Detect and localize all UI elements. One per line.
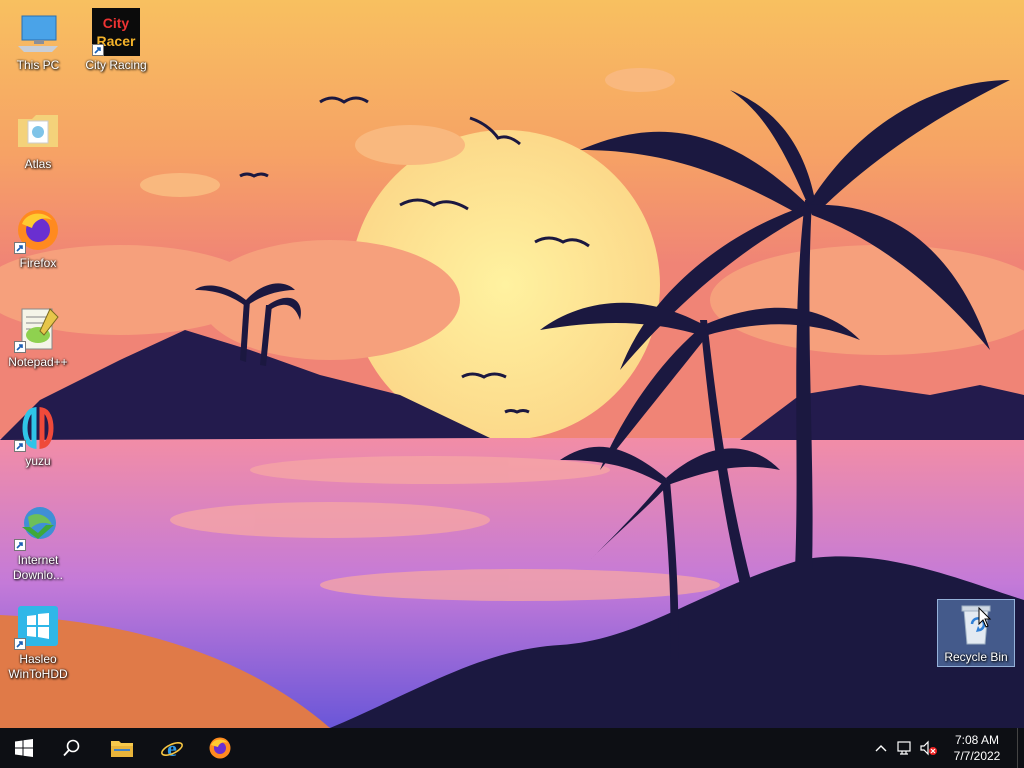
icon-label: Hasleo WinToHDD [8, 652, 68, 681]
windows-logo-icon [15, 739, 33, 757]
svg-text:e: e [167, 736, 177, 760]
show-desktop-button[interactable] [1017, 728, 1024, 768]
network-button[interactable] [893, 728, 917, 768]
logo-text-line-1: City [103, 15, 130, 31]
shortcut-arrow-icon [92, 44, 104, 56]
yuzu-icon [14, 404, 62, 452]
search-button[interactable] [48, 728, 96, 768]
icon-label: Notepad++ [8, 355, 68, 369]
wintohdd-icon [14, 602, 62, 650]
desktop-icon-city-racing[interactable]: City Racer City Racing [78, 8, 154, 73]
shortcut-arrow-icon [14, 440, 26, 452]
icon-label: This PC [16, 58, 60, 72]
shortcut-arrow-icon [14, 539, 26, 551]
desktop-icon-yuzu[interactable]: yuzu [0, 404, 76, 469]
internet-explorer-icon: e [161, 736, 183, 760]
icon-label: yuzu [25, 454, 51, 468]
icon-label: Recycle Bin [944, 650, 1008, 664]
icon-label: Internet Downlo... [12, 553, 64, 582]
start-button[interactable] [0, 728, 48, 768]
computer-icon [14, 8, 62, 56]
clock[interactable]: 7:08 AM 7/7/2022 [941, 732, 1013, 764]
firefox-icon [209, 737, 231, 759]
icon-label: City Racing [85, 58, 147, 72]
chevron-up-icon [875, 745, 887, 752]
desktop-icon-firefox[interactable]: Firefox [0, 206, 76, 271]
desktop-icon-atlas[interactable]: Atlas [0, 107, 76, 172]
show-hidden-icons-button[interactable] [869, 728, 893, 768]
network-icon [897, 741, 911, 755]
shortcut-arrow-icon [14, 341, 26, 353]
search-icon [63, 739, 80, 757]
shortcut-arrow-icon [14, 638, 26, 650]
city-racer-game-icon: City Racer [92, 8, 140, 56]
mouse-cursor-icon [978, 607, 992, 628]
recycle-bin-icon [952, 600, 1000, 648]
icon-label: Firefox [19, 256, 57, 270]
volume-muted-icon [920, 740, 937, 756]
beach-sunset-wallpaper [0, 0, 1024, 728]
taskbar-file-explorer[interactable] [98, 728, 146, 768]
desktop-icon-recycle-bin[interactable]: Recycle Bin [937, 599, 1015, 667]
taskbar-firefox[interactable] [196, 728, 244, 768]
taskbar-internet-explorer[interactable]: e [148, 728, 196, 768]
shortcut-arrow-icon [14, 242, 26, 254]
folder-icon [14, 107, 62, 155]
desktop-icon-this-pc[interactable]: This PC [0, 8, 76, 73]
icon-label: Atlas [24, 157, 52, 171]
desktop-icon-internet-download-manager[interactable]: Internet Downlo... [0, 503, 76, 583]
clock-date: 7/7/2022 [953, 749, 1001, 763]
desktop-icon-hasleo-wintohdd[interactable]: Hasleo WinToHDD [0, 602, 76, 682]
internet-download-manager-icon [14, 503, 62, 551]
clock-time: 7:08 AM [954, 733, 1000, 747]
system-tray: 7:08 AM 7/7/2022 [869, 728, 1024, 768]
firefox-icon [14, 206, 62, 254]
desktop-icon-notepad-plus-plus[interactable]: Notepad++ [0, 305, 76, 370]
desktop[interactable]: This PC City Racer City Racing Atlas Fir… [0, 0, 1024, 728]
taskbar: e 7:08 AM 7/7/2022 [0, 728, 1024, 768]
folder-icon [111, 741, 133, 757]
notepad-plus-plus-icon [14, 305, 62, 353]
volume-button[interactable] [917, 728, 941, 768]
